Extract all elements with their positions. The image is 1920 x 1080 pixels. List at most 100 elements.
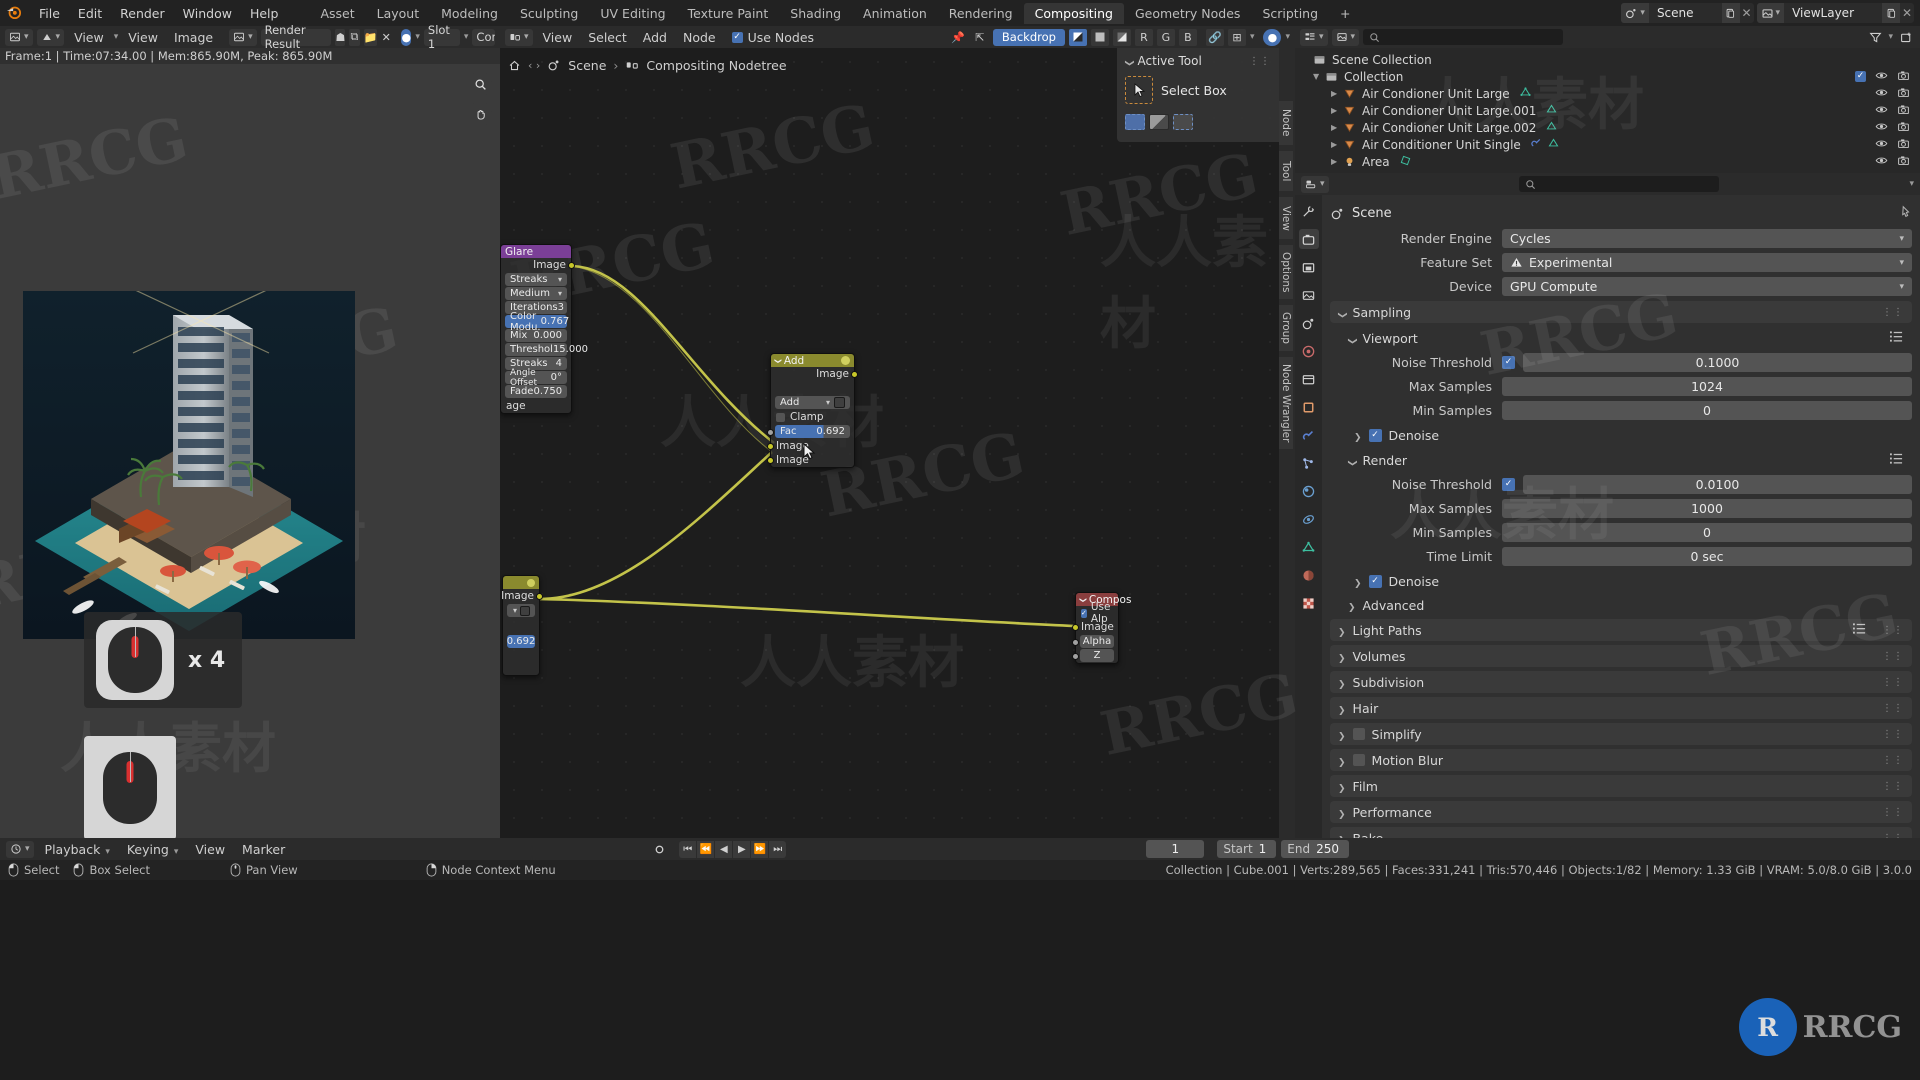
- render-engine-row[interactable]: Render Engine Cycles ▾: [1330, 228, 1912, 249]
- preset-list-icon[interactable]: [1852, 622, 1867, 638]
- node-mix-add-header[interactable]: ❯ Add: [771, 354, 854, 367]
- panel-drag-dots[interactable]: ⋮⋮: [1249, 56, 1271, 67]
- active-tool-card[interactable]: Select Box: [1125, 76, 1271, 104]
- tab-collection[interactable]: [1299, 369, 1319, 389]
- chevron-down-icon[interactable]: [1348, 331, 1356, 346]
- home-icon[interactable]: [508, 59, 521, 72]
- compositor-node-editor[interactable]: RRCG RRCG RRCG 人人素材 人人素材 人人素材 ‹ › Scene …: [500, 48, 1295, 838]
- expand-triangle-icon[interactable]: ▶: [1331, 106, 1343, 115]
- node-mix-fac-row[interactable]: Fac 0.692: [767, 425, 854, 438]
- disable-in-renders-icon[interactable]: [1897, 103, 1910, 119]
- panel-drag-dots[interactable]: ⋮⋮: [1882, 807, 1904, 818]
- render-noise-threshold-row[interactable]: Noise Threshold ✓ 0.0100: [1330, 474, 1912, 495]
- selection-mode-buttons[interactable]: [1125, 114, 1271, 130]
- node-mix-fac-slider[interactable]: Fac 0.692: [775, 425, 850, 438]
- render-noise-threshold-value[interactable]: 0.0100: [1523, 475, 1912, 494]
- editor-type-selector-outliner[interactable]: ▾: [1300, 28, 1328, 46]
- workspace-tab-modeling[interactable]: Modeling: [430, 3, 509, 24]
- viewport-subpanel-header[interactable]: Viewport: [1330, 327, 1912, 349]
- node-render-layers-header[interactable]: [503, 576, 539, 589]
- frame-end-field[interactable]: End 250: [1281, 840, 1350, 858]
- output-socket-image[interactable]: [536, 593, 543, 600]
- chevron-right-icon[interactable]: [1338, 805, 1346, 820]
- menu-edit[interactable]: Edit: [69, 4, 111, 23]
- jump-to-end-button[interactable]: ⏭: [769, 840, 787, 858]
- editor-type-selector-node[interactable]: ▾: [505, 28, 533, 46]
- tab-object-data[interactable]: [1299, 537, 1319, 557]
- workspace-tab-compositing[interactable]: Compositing: [1023, 2, 1124, 24]
- node-invert-icon[interactable]: [520, 605, 530, 616]
- sampling-panel-header[interactable]: Sampling ⋮⋮: [1330, 301, 1912, 323]
- panel-drag-dots[interactable]: ⋮⋮: [1882, 703, 1904, 714]
- outliner-row-light[interactable]: ▶ Area: [1295, 153, 1920, 170]
- render-denoise-header[interactable]: ✓ Denoise: [1330, 571, 1912, 591]
- editor-type-selector-image[interactable]: ▾: [5, 28, 33, 46]
- workspace-tab-sculpting[interactable]: Sculpting: [509, 3, 589, 24]
- remove-viewlayer-button[interactable]: ✕: [1900, 6, 1914, 20]
- chevron-down-icon[interactable]: [1338, 305, 1346, 320]
- display-channels-alpha-icon[interactable]: [1112, 28, 1131, 46]
- node-render-layers-dropdown[interactable]: ▾: [507, 604, 535, 617]
- new-viewlayer-button[interactable]: [1882, 3, 1900, 23]
- workspace-tab-geometry-nodes[interactable]: Geometry Nodes: [1124, 3, 1251, 24]
- render-min-samples-value[interactable]: 0: [1502, 523, 1912, 542]
- input-socket-alpha[interactable]: [1072, 639, 1079, 646]
- node-render-layers[interactable]: Image ▾ 0.692: [501, 575, 543, 676]
- node-composite-use-alpha-checkbox[interactable]: ✓: [1081, 608, 1087, 618]
- render-layer-selector[interactable]: Comp: [472, 28, 495, 46]
- mesh-data-icon[interactable]: [1545, 103, 1558, 119]
- node-glare-threshold[interactable]: Threshol 15.000: [505, 343, 588, 356]
- disable-in-renders-icon[interactable]: [1897, 120, 1910, 136]
- expand-triangle-icon[interactable]: ▶: [1331, 140, 1343, 149]
- node-glare-header[interactable]: Glare: [501, 245, 571, 258]
- chevron-right-icon[interactable]: [1338, 727, 1346, 742]
- sidebar-tab-group[interactable]: Group: [1279, 305, 1293, 351]
- panel-drag-dots[interactable]: ⋮⋮: [1882, 677, 1904, 688]
- parent-node-tree-icon[interactable]: ⇱: [971, 29, 989, 46]
- preset-list-icon[interactable]: [1889, 452, 1904, 468]
- pin-icon[interactable]: [1898, 205, 1912, 222]
- hide-in-viewport-icon[interactable]: [1875, 120, 1888, 136]
- viewport-noise-threshold-value[interactable]: 0.1000: [1523, 353, 1912, 372]
- play-reverse-button[interactable]: ◀: [715, 840, 733, 858]
- panel-film[interactable]: Film ⋮⋮: [1330, 775, 1912, 797]
- mesh-data-icon[interactable]: [1545, 120, 1558, 136]
- workspace-tab-animation[interactable]: Animation: [852, 3, 938, 24]
- image-menu-image[interactable]: Image: [168, 30, 219, 45]
- outliner-search-field[interactable]: [1385, 31, 1558, 43]
- node-mix-use-alpha-icon[interactable]: [834, 397, 845, 408]
- chevron-right-icon[interactable]: [1348, 598, 1356, 613]
- render-result-image[interactable]: [23, 291, 355, 639]
- node-mix-clamp-row[interactable]: Clamp: [771, 410, 854, 424]
- render-denoise-checkbox[interactable]: ✓: [1368, 574, 1382, 588]
- chevron-right-icon[interactable]: [1338, 753, 1346, 768]
- panel-light-paths[interactable]: Light Paths ⋮⋮: [1330, 619, 1912, 641]
- viewport-max-samples-row[interactable]: Max Samples 1024: [1330, 376, 1912, 397]
- tab-physics[interactable]: [1299, 481, 1319, 501]
- sidebar-tab-node-wrangler[interactable]: Node Wrangler: [1279, 357, 1293, 449]
- new-collection-icon[interactable]: [1897, 29, 1915, 46]
- node-composite[interactable]: ❯ Compos ✓ Use Alp Image Alpha Z: [1072, 592, 1131, 664]
- tab-view-layer[interactable]: [1299, 285, 1319, 305]
- sidebar-tab-view[interactable]: View: [1279, 197, 1293, 239]
- tab-world[interactable]: [1299, 341, 1319, 361]
- unlink-scene-button[interactable]: ✕: [1740, 6, 1754, 20]
- open-image-icon[interactable]: 📁: [363, 28, 378, 46]
- advanced-subpanel-header[interactable]: Advanced: [1330, 595, 1912, 615]
- workspace-tab-texture-paint[interactable]: Texture Paint: [677, 3, 780, 24]
- motion-blur-checkbox[interactable]: [1352, 754, 1365, 766]
- disable-in-renders-icon[interactable]: [1897, 69, 1910, 85]
- playback-controls[interactable]: ⏮ ⏪ ◀ ▶ ⏩ ⏭: [679, 840, 787, 858]
- render-noise-threshold-checkbox[interactable]: ✓: [1502, 478, 1515, 491]
- hide-in-viewport-icon[interactable]: [1875, 69, 1888, 85]
- node-glare[interactable]: Glare Image Streaks ▾ Medium ▾ Iterations 3…: [500, 244, 588, 414]
- node-mix-blend-mode[interactable]: Add ▾: [775, 396, 850, 409]
- expand-triangle-icon[interactable]: ▼: [1313, 72, 1325, 81]
- node-menu-node[interactable]: Node: [677, 30, 722, 45]
- add-workspace-button[interactable]: +: [1329, 3, 1361, 24]
- tab-render[interactable]: [1298, 229, 1319, 249]
- expand-triangle-icon[interactable]: ▶: [1331, 157, 1343, 166]
- workspace-tab-asset[interactable]: Asset: [309, 3, 365, 24]
- subtract-selection-button[interactable]: [1173, 114, 1193, 130]
- output-socket-image[interactable]: [568, 262, 575, 269]
